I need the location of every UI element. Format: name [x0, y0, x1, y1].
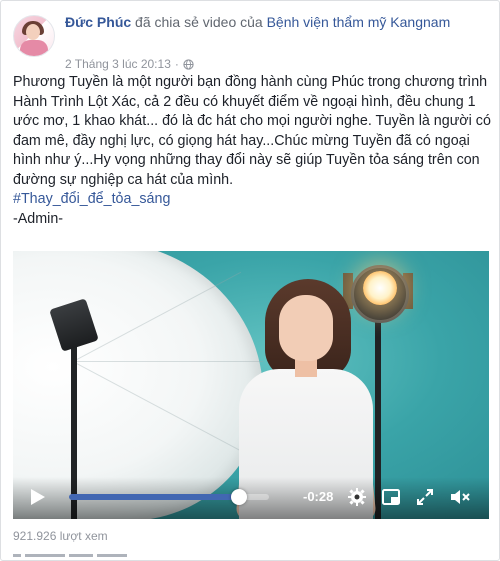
cut-off-text [69, 554, 93, 557]
settings-gear-icon[interactable] [347, 487, 367, 507]
post-body: Phương Tuyền là một người bạn đồng hành … [13, 73, 491, 229]
meta-separator: · [174, 57, 179, 71]
hashtag-link[interactable]: #Thay_đổi_để_tỏa_sáng [13, 191, 170, 207]
author-name-link[interactable]: Đức Phúc [65, 14, 131, 30]
avatar-face [26, 24, 40, 40]
time-remaining: -0:28 [303, 489, 334, 504]
minimize-player-icon[interactable] [381, 487, 401, 507]
shared-page-link[interactable]: Bệnh viện thẩm mỹ Kangnam [267, 14, 451, 30]
post-signature: -Admin- [13, 210, 64, 227]
fullscreen-icon[interactable] [415, 487, 435, 507]
post-meta: 2 Tháng 3 lúc 20:13 · [65, 57, 194, 71]
person-face [279, 295, 333, 361]
cut-off-text [97, 554, 127, 557]
post-timestamp[interactable]: 2 Tháng 3 lúc 20:13 [65, 57, 171, 71]
post-message: Phương Tuyền là một người bạn đồng hành … [13, 74, 491, 188]
spotlight-glow [363, 271, 397, 305]
video-progress-fill [69, 494, 239, 500]
avatar-dress [20, 40, 48, 56]
cut-off-row [13, 554, 173, 560]
video-player[interactable]: -0:28 [13, 251, 489, 519]
video-progress-bar[interactable] [69, 489, 269, 505]
post-headline: Đức Phúc đã chia sẻ video của Bệnh viện … [65, 13, 487, 32]
author-avatar[interactable] [13, 15, 55, 57]
cut-off-text [13, 554, 21, 557]
volume-muted-icon[interactable] [449, 487, 471, 507]
umbrella-rib [73, 361, 263, 362]
globe-icon[interactable] [183, 58, 194, 70]
video-scrubber-handle[interactable] [231, 489, 247, 505]
play-icon[interactable] [27, 487, 47, 507]
post-header: Đức Phúc đã chia sẻ video của Bệnh viện … [13, 11, 487, 71]
view-count: 921.926 lượt xem [13, 529, 108, 543]
share-verb: đã chia sẻ video của [135, 14, 263, 30]
cut-off-text [25, 554, 65, 557]
facebook-post-card: Đức Phúc đã chia sẻ video của Bệnh viện … [0, 0, 500, 561]
